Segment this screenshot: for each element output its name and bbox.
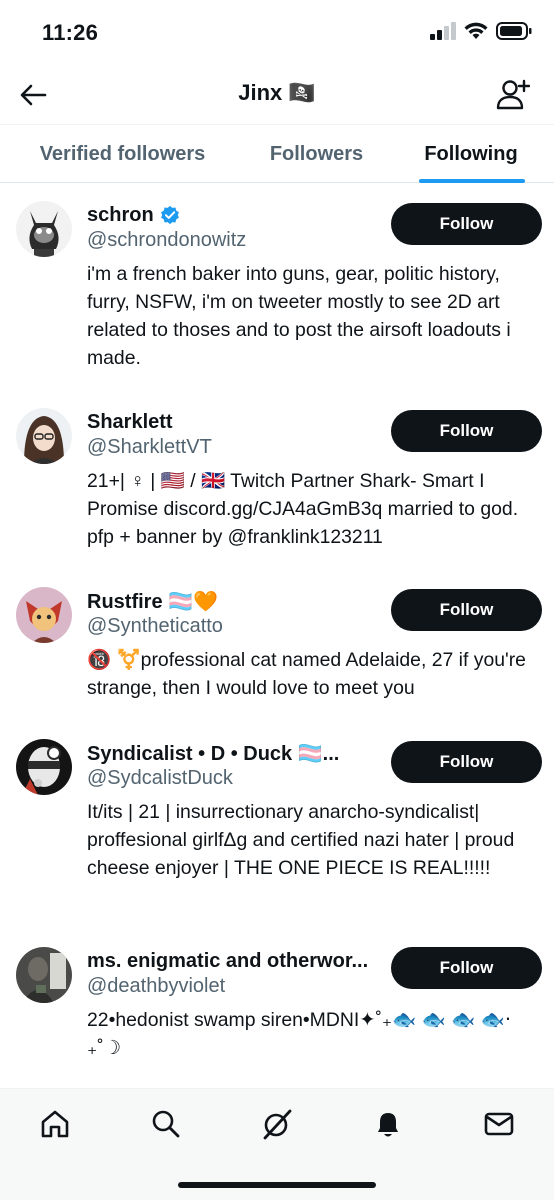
nav-home[interactable]: [38, 1107, 72, 1141]
user-row[interactable]: Sharklett @SharklettVT 21+| ♀ | 🇺🇸 / 🇬🇧 …: [0, 408, 554, 568]
follow-button[interactable]: Follow: [391, 741, 542, 783]
user-name-line: ms. enigmatic and otherwor...: [87, 947, 368, 975]
battery-icon: [496, 22, 532, 40]
user-name: schron: [87, 203, 154, 226]
user-handle: @Syntheticatto: [87, 615, 223, 637]
nav-grok[interactable]: [260, 1107, 294, 1141]
status-time: 11:26: [42, 20, 99, 45]
user-handle: @schrondonowitz: [87, 229, 247, 251]
follow-button[interactable]: Follow: [391, 410, 542, 452]
page-title: Jinx 🏴‍☠️: [238, 80, 316, 105]
user-name-line: Rustfire 🏳️‍⚧️🧡: [87, 587, 218, 615]
nav-search[interactable]: [149, 1107, 183, 1141]
profile-header: Jinx 🏴‍☠️: [0, 64, 554, 124]
user-bio: 21+| ♀ | 🇺🇸 / 🇬🇧 Twitch Partner Shark- S…: [87, 470, 519, 548]
search-icon: [152, 1110, 180, 1138]
add-user-button[interactable]: [494, 76, 532, 114]
user-bio: 🔞 ⚧️professional cat named Adelaide, 27 …: [87, 649, 526, 699]
verified-badge-icon: [160, 205, 179, 225]
tab-label: Followers: [269, 142, 364, 165]
tab-followers[interactable]: Followers: [245, 125, 388, 183]
user-bio: It/its | 21 | insurrectionary anarcho-sy…: [87, 801, 515, 879]
user-handle: @SydcalistDuck: [87, 767, 233, 789]
user-name: ms. enigmatic and otherwor...: [87, 949, 369, 972]
status-icons: [430, 22, 532, 40]
user-row[interactable]: Rustfire 🏳️‍⚧️🧡 @Syntheticatto 🔞 ⚧️profe…: [0, 587, 554, 707]
user-name: Syndicalist • D • Duck 🏳️‍⚧️...: [87, 742, 340, 765]
avatar[interactable]: [16, 947, 72, 1003]
bell-icon: [378, 1113, 398, 1137]
nav-messages[interactable]: [482, 1107, 516, 1141]
home-indicator: [178, 1182, 376, 1188]
user-bio: i'm a french baker into guns, gear, poli…: [87, 263, 511, 369]
user-bio: 22•hedonist swamp siren•MDNI✦˚₊🐟 🐟 🐟 🐟‧₊…: [87, 1009, 512, 1059]
tab-label: Following: [424, 142, 518, 165]
tab-bar: Verified followers Followers Following: [0, 124, 554, 183]
following-list: schron @schrondonowitz i'm a french bake…: [0, 183, 554, 1088]
status-bar: 11:26: [0, 0, 554, 64]
signal-icon: [430, 22, 456, 40]
grok-icon: [263, 1109, 292, 1140]
add-user-icon: [496, 79, 530, 110]
tab-verified-followers[interactable]: Verified followers: [0, 125, 245, 183]
user-row[interactable]: Syndicalist • D • Duck 🏳️‍⚧️... @Sydcali…: [0, 739, 554, 909]
avatar[interactable]: [16, 739, 72, 795]
avatar[interactable]: [16, 587, 72, 643]
avatar[interactable]: [16, 408, 72, 464]
user-row[interactable]: ms. enigmatic and otherwor... @deathbyvi…: [0, 947, 554, 1088]
tab-label: Verified followers: [39, 142, 206, 165]
user-name-line: Syndicalist • D • Duck 🏳️‍⚧️...: [87, 739, 339, 767]
avatar[interactable]: [16, 201, 72, 257]
user-row[interactable]: schron @schrondonowitz i'm a french bake…: [0, 201, 554, 391]
user-handle: @deathbyviolet: [87, 975, 226, 997]
home-icon: [41, 1110, 69, 1138]
follow-button[interactable]: Follow: [391, 947, 542, 989]
user-name-line: schron: [87, 201, 180, 229]
nav-notifications[interactable]: [371, 1107, 405, 1141]
mail-icon: [484, 1112, 514, 1136]
user-name-line: Sharklett: [87, 408, 173, 436]
follow-button[interactable]: Follow: [391, 589, 542, 631]
follow-button[interactable]: Follow: [391, 203, 542, 245]
user-handle: @SharklettVT: [87, 436, 212, 458]
user-name: Sharklett: [87, 410, 173, 433]
user-name: Rustfire 🏳️‍⚧️🧡: [87, 590, 218, 613]
wifi-icon: [464, 22, 488, 39]
tab-following[interactable]: Following: [388, 125, 554, 183]
